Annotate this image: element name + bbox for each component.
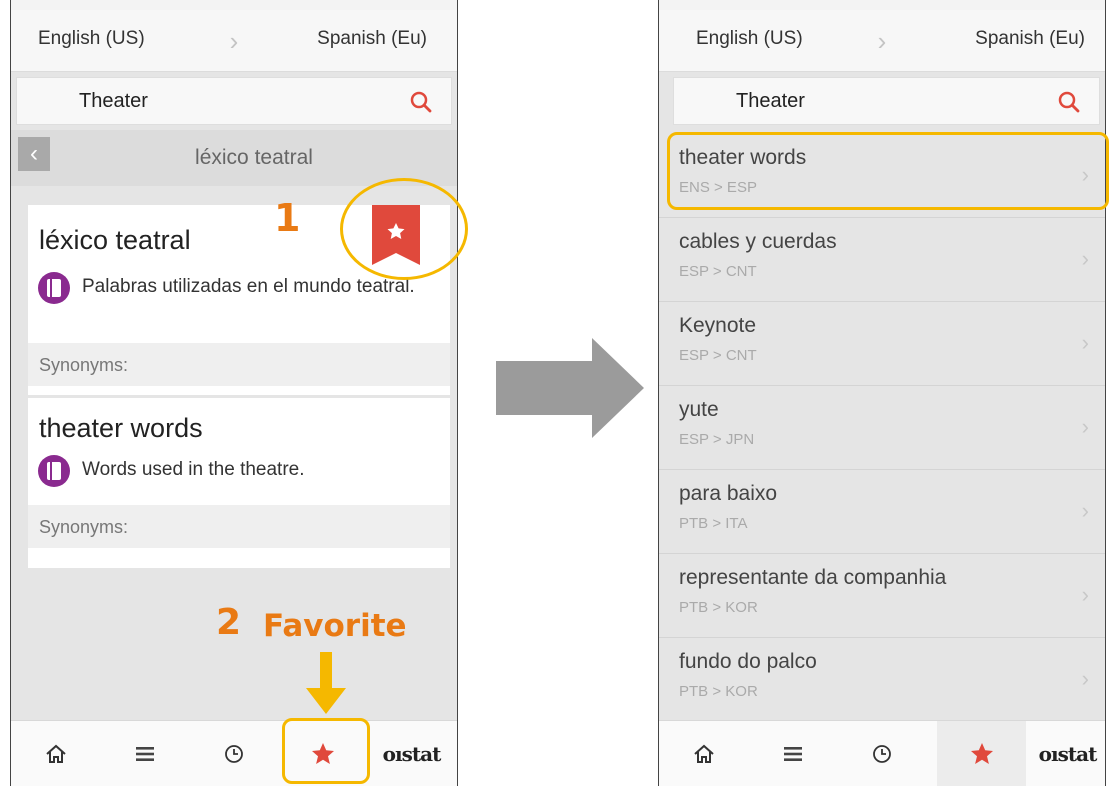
saved-favorite-highlight <box>667 132 1109 210</box>
favorite-list-item[interactable]: cables y cuerdas ESP > CNT › <box>659 218 1105 302</box>
chevron-right-icon: › <box>1081 582 1089 607</box>
left-phone-screen: English (US) › Spanish (Eu) Theater ‹ lé… <box>10 0 458 786</box>
favorite-list-item[interactable]: fundo do palco PTB > KOR › <box>659 638 1105 722</box>
clock-icon <box>872 745 891 763</box>
chevron-right-icon: › <box>1081 498 1089 523</box>
synonyms-row: Synonyms: <box>28 343 450 386</box>
target-language-button[interactable]: Spanish (Eu) <box>317 28 427 50</box>
favorite-title: cables y cuerdas <box>679 230 837 253</box>
search-icon[interactable] <box>409 90 433 114</box>
tab-oistat-logo[interactable]: oıstat <box>1023 721 1105 786</box>
step2-number: 2 <box>216 602 242 643</box>
tab-history[interactable] <box>189 721 278 786</box>
favorite-languages: ESP > CNT <box>679 263 757 280</box>
tab-menu[interactable] <box>100 721 189 786</box>
tab-oistat-logo[interactable]: oıstat <box>367 721 456 786</box>
favorite-languages: PTB > KOR <box>679 599 758 616</box>
synonyms-label: Synonyms: <box>39 517 129 537</box>
synonyms-row: Synonyms: <box>28 505 450 548</box>
home-icon <box>45 744 66 763</box>
definition-book-icon <box>38 455 70 487</box>
search-icon[interactable] <box>1057 90 1081 114</box>
status-bar <box>11 0 457 10</box>
synonyms-label: Synonyms: <box>39 355 129 375</box>
tab-home[interactable] <box>659 721 748 786</box>
favorite-title: fundo do palco <box>679 650 817 673</box>
menu-icon <box>135 747 154 761</box>
right-phone-screen: English (US) › Spanish (Eu) Theater thea… <box>658 0 1106 786</box>
chevron-right-icon: › <box>1081 330 1089 355</box>
language-bar: English (US) › Spanish (Eu) <box>11 10 457 72</box>
search-bar[interactable]: Theater <box>673 77 1100 125</box>
navigation-header: ‹ léxico teatral <box>11 130 457 186</box>
entry-term: theater words <box>39 413 203 443</box>
search-input[interactable]: Theater <box>736 90 805 113</box>
home-icon <box>693 744 714 763</box>
transition-arrow-icon <box>496 338 644 438</box>
entry-term: léxico teatral <box>39 225 191 255</box>
menu-icon <box>783 747 802 761</box>
status-bar <box>659 0 1105 10</box>
page-title: léxico teatral <box>195 146 313 169</box>
search-bar[interactable]: Theater <box>16 77 452 125</box>
tab-history[interactable] <box>837 721 926 786</box>
favorite-list-item[interactable]: para baixo PTB > ITA › <box>659 470 1105 554</box>
definition-text: Words used in the theatre. <box>82 459 305 480</box>
favorite-tab-highlight <box>282 718 370 784</box>
tab-home[interactable] <box>11 721 100 786</box>
step1-number: 1 <box>274 196 301 240</box>
definition-book-icon <box>38 272 70 304</box>
language-chevron-icon: › <box>229 26 239 56</box>
favorite-languages: PTB > KOR <box>679 683 758 700</box>
target-language-button[interactable]: Spanish (Eu) <box>975 28 1085 50</box>
oistat-logo: oıstat <box>1038 742 1098 766</box>
favorite-list-item[interactable]: representante da companhia PTB > KOR › <box>659 554 1105 638</box>
language-bar: English (US) › Spanish (Eu) <box>659 10 1105 72</box>
tab-bar: oıstat <box>659 720 1105 786</box>
oistat-logo: oıstat <box>382 742 442 766</box>
step2-arrow-down-icon <box>306 652 346 714</box>
chevron-right-icon: › <box>1081 246 1089 271</box>
source-language-button[interactable]: English (US) <box>696 28 803 50</box>
chevron-right-icon: › <box>1081 666 1089 691</box>
favorite-list-item[interactable]: yute ESP > JPN › <box>659 386 1105 470</box>
search-input[interactable]: Theater <box>79 90 148 113</box>
star-icon <box>970 743 993 764</box>
favorite-title: para baixo <box>679 482 778 505</box>
favorite-title: representante da companhia <box>679 566 947 589</box>
favorite-title: yute <box>679 398 719 421</box>
favorite-title: Keynote <box>679 314 757 337</box>
definition-text: Palabras utilizadas en el mundo teatral. <box>82 276 415 297</box>
tab-favorites[interactable] <box>937 721 1026 786</box>
favorite-languages: ESP > JPN <box>679 431 755 448</box>
language-chevron-icon: › <box>877 26 887 56</box>
tab-menu[interactable] <box>748 721 837 786</box>
step2-label: Favorite <box>263 608 407 644</box>
favorite-languages: ESP > CNT <box>679 347 757 364</box>
step1-highlight <box>340 178 468 280</box>
source-language-button[interactable]: English (US) <box>38 28 145 50</box>
favorite-list-item[interactable]: Keynote ESP > CNT › <box>659 302 1105 386</box>
favorite-languages: PTB > ITA <box>679 515 748 532</box>
entry-card: theater words Words used in the theatre.… <box>28 398 450 568</box>
tab-bar: oıstat <box>11 720 457 786</box>
clock-icon <box>224 745 243 763</box>
chevron-right-icon: › <box>1081 414 1089 439</box>
